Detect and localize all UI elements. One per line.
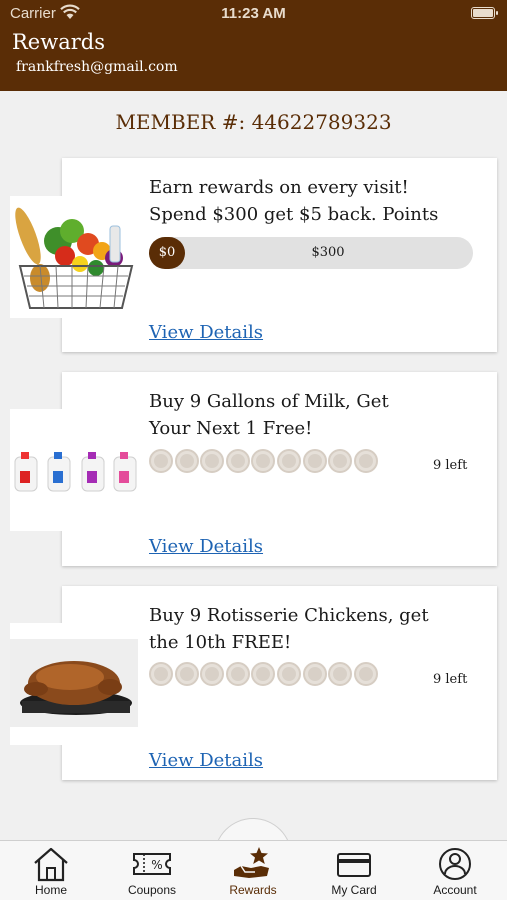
reward-title-line: Buy 9 Gallons of Milk, Get [149, 391, 389, 412]
star-hand-icon [234, 847, 269, 878]
tab-home[interactable]: Home [1, 843, 101, 900]
tab-label: Rewards [229, 883, 277, 897]
tab-label: Coupons [127, 883, 177, 897]
points-progress-bar: $300 $0 [149, 237, 473, 269]
rotisserie-chicken-image [10, 623, 138, 745]
tab-label: Account [433, 883, 477, 897]
reward-title-line: the 10th FREE! [149, 632, 292, 653]
status-bar: Carrier 11:23 AM [0, 0, 507, 28]
reward-title-milk: Buy 9 Gallons of Milk, Get Your Next 1 F… [149, 388, 489, 442]
reward-title-points: Earn rewards on every visit! Spend $300 … [149, 174, 489, 228]
punch-slot [174, 449, 199, 473]
punch-slot [302, 449, 327, 473]
svg-text:%: % [151, 858, 162, 872]
punch-slot [328, 449, 353, 473]
grocery-basket-image [10, 196, 138, 318]
tab-coupons[interactable]: % Coupons [102, 843, 202, 900]
page-title: Rewards [12, 30, 105, 54]
view-details-link[interactable]: View Details [149, 536, 263, 557]
member-number: MEMBER #: 44622789323 [115, 110, 392, 134]
reward-title-line: Spend $300 get $5 back. Points [149, 204, 439, 225]
punch-slot [276, 662, 301, 686]
punch-slot [251, 662, 276, 686]
user-email: frankfresh@gmail.com [16, 59, 178, 75]
tab-label: Home [34, 883, 67, 897]
progress-current-label: $0 [149, 237, 185, 269]
punch-slot [251, 449, 276, 473]
house-icon [34, 847, 68, 882]
punch-slot [353, 449, 378, 473]
punch-slot [225, 449, 250, 473]
battery-icon [471, 7, 498, 19]
punch-slot [302, 662, 327, 686]
remaining-count: 9 left [433, 672, 468, 687]
ticket-icon: % [133, 853, 171, 875]
tab-label: My Card [331, 883, 377, 897]
tab-rewards[interactable]: Rewards [203, 843, 303, 900]
punch-slot [353, 662, 378, 686]
person-icon [439, 848, 471, 880]
punch-slot [200, 449, 225, 473]
tab-account[interactable]: Account [405, 843, 505, 900]
reward-title-chicken: Buy 9 Rotisserie Chickens, get the 10th … [149, 602, 489, 656]
punch-slot [149, 662, 173, 686]
reward-title-line: Buy 9 Rotisserie Chickens, get [149, 605, 429, 626]
card-icon [337, 853, 371, 877]
punch-slot [149, 449, 173, 473]
punch-slot [200, 662, 225, 686]
punch-slot [328, 662, 353, 686]
reward-title-line: Earn rewards on every visit! [149, 177, 409, 198]
milk-jugs-image [10, 409, 138, 531]
punch-slot [225, 662, 250, 686]
status-time: 11:23 AM [221, 5, 286, 22]
punch-slot [276, 449, 301, 473]
punch-card-milk [149, 449, 379, 473]
view-details-link[interactable]: View Details [149, 750, 263, 771]
app-header: Rewards frankfresh@gmail.com [0, 28, 507, 91]
tab-my-card[interactable]: My Card [304, 843, 404, 900]
punch-card-chicken [149, 662, 379, 686]
reward-title-line: Your Next 1 Free! [149, 418, 313, 439]
view-details-link[interactable]: View Details [149, 322, 263, 343]
remaining-count: 9 left [433, 458, 468, 473]
progress-goal-label: $300 [311, 245, 345, 260]
punch-slot [174, 662, 199, 686]
